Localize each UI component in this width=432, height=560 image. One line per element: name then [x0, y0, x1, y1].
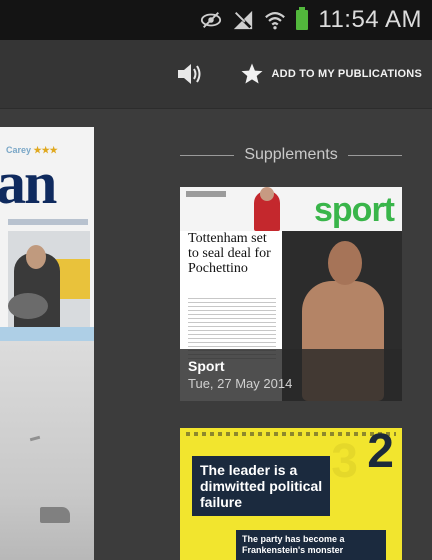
action-bar-divider — [0, 108, 432, 109]
star-icon — [241, 63, 263, 84]
supplement-card-g2[interactable]: 3 2 The leader is a dimwitted political … — [180, 428, 402, 560]
volume-icon — [177, 64, 201, 84]
sport-cover-mini-masthead — [186, 191, 226, 197]
no-signal-icon — [234, 10, 253, 30]
supplement-card-sport[interactable]: sport Tottenham set to seal deal for Poc… — [180, 187, 402, 401]
photo-boat — [40, 507, 70, 523]
g2-cover-ghost-numeral: 3 — [331, 435, 358, 488]
status-time: 11:54 AM — [318, 6, 422, 33]
g2-cover-masthead: 2 — [367, 428, 394, 478]
supplements-header: Supplements — [180, 144, 403, 166]
supplements-rule-right — [347, 154, 403, 156]
volume-button[interactable] — [170, 54, 210, 94]
battery-icon — [296, 7, 309, 30]
add-to-my-publications-label: ADD TO MY PUBLICATIONS — [271, 68, 422, 80]
main-edition-subline — [8, 219, 88, 225]
supplements-rule-left — [180, 154, 235, 156]
sport-cover-red-player-head — [260, 187, 274, 201]
eye-icon — [201, 12, 222, 28]
main-edition-masthead: an — [0, 150, 57, 216]
sport-card-date: Tue, 27 May 2014 — [188, 376, 293, 391]
sport-cover-masthead: sport — [314, 191, 395, 229]
g2-cover-subheadline: The party has become a Frankenstein's mo… — [236, 530, 386, 560]
main-edition-lower-photo — [0, 341, 94, 560]
wifi-icon — [265, 12, 286, 30]
main-edition-blue-band — [0, 327, 94, 341]
status-bar: 11:54 AM — [0, 0, 432, 40]
photo-guitarist-face — [26, 245, 46, 269]
sport-card-caption: Sport Tue, 27 May 2014 — [180, 349, 402, 401]
sport-card-title: Sport — [188, 358, 225, 374]
sport-cover-headline: Tottenham set to seal deal for Pochettin… — [188, 231, 271, 276]
photo-guitar — [8, 293, 48, 319]
action-bar: ADD TO MY PUBLICATIONS — [0, 40, 432, 108]
supplements-title: Supplements — [244, 146, 338, 163]
add-to-my-publications-button[interactable]: ADD TO MY PUBLICATIONS — [240, 62, 422, 86]
sport-cover-athlete-head — [328, 241, 362, 285]
g2-cover-top-rule — [186, 432, 396, 436]
g2-cover-headline: The leader is a dimwitted political fail… — [192, 456, 330, 516]
main-edition-thumbnail[interactable]: Carey ★★★ an — [0, 127, 94, 560]
